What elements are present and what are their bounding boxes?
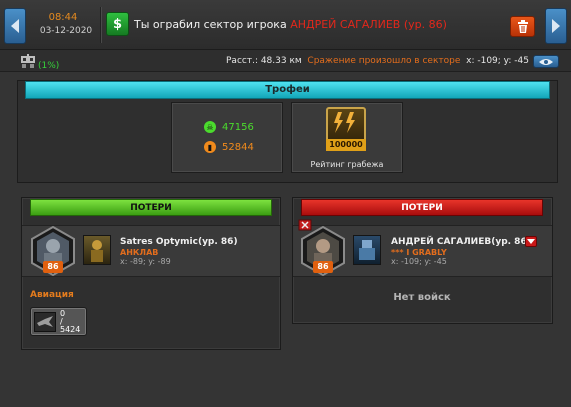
- eye-icon: [539, 58, 553, 65]
- distance-text: Расст.: 48.33 км: [226, 56, 302, 66]
- defender-level-badge: 86: [313, 261, 333, 273]
- resource-value: 47156: [222, 121, 254, 133]
- aviation-unit[interactable]: 0 / 5424: [30, 307, 87, 336]
- resource-row: ☠ 47156: [204, 121, 254, 133]
- message-text: Ты ограбил сектор игрока: [134, 18, 287, 31]
- defender-clan[interactable]: *** I GRABLY: [391, 248, 447, 257]
- attacker-level-badge: 86: [43, 261, 63, 273]
- message-player-link[interactable]: АНДРЕЙ САГАЛИЕВ (ур. 86): [290, 18, 447, 31]
- battle-info: Расст.: 48.33 км Сражение произошло в се…: [226, 56, 529, 66]
- attacker-coords: x: -89; y: -89: [120, 257, 171, 266]
- prev-button[interactable]: [4, 8, 26, 44]
- robot-icon: [21, 54, 35, 68]
- trophies-title: Трофеи: [25, 81, 550, 99]
- message-title: Ты ограбил сектор игрока АНДРЕЙ САГАЛИЕВ…: [134, 18, 447, 31]
- delete-button[interactable]: [510, 16, 535, 37]
- mech-icon: [359, 240, 375, 260]
- sector-coords: x: -109; y: -45: [466, 56, 529, 66]
- arrow-right-icon: [552, 19, 560, 33]
- resource-value: 52844: [222, 141, 254, 153]
- attacker-name[interactable]: Satres Optymic(ур. 86): [120, 237, 238, 247]
- message-time: 08:44: [48, 12, 78, 23]
- attacker-losses-title: ПОТЕРИ: [30, 199, 272, 216]
- rating-label: Рейтинг грабежа: [310, 160, 384, 169]
- divider: [100, 7, 101, 43]
- defender-menu-button[interactable]: [525, 236, 537, 247]
- battle-sector-text: Сражение произошло в секторе: [307, 56, 461, 66]
- unit-total-count: 5424: [60, 325, 81, 334]
- dollar-icon: $: [106, 12, 129, 36]
- view-sector-button[interactable]: [533, 55, 559, 68]
- defender-portrait: [353, 235, 381, 265]
- defender-losses-title: ПОТЕРИ: [301, 199, 543, 216]
- aircraft-icon: [34, 312, 56, 332]
- rating-medal-icon: 100000: [326, 107, 366, 151]
- chevron-down-icon: [527, 239, 535, 244]
- rating-value: 100000: [326, 139, 366, 151]
- arrow-left-icon: [11, 19, 19, 33]
- message-date: 03-12-2020: [39, 26, 93, 36]
- no-troops-text: Нет войск: [393, 292, 451, 303]
- defender-name[interactable]: АНДРЕЙ САГАЛИЕВ(ур. 86): [391, 237, 531, 247]
- barrel-icon: ▮: [204, 141, 216, 153]
- lightning-icon: [334, 112, 355, 133]
- skull-icon: ☠: [204, 121, 216, 133]
- trash-icon: [517, 20, 528, 33]
- soldier-icon: [91, 240, 103, 262]
- resource-row: ▮ 52844: [204, 141, 254, 153]
- attacker-portrait: [83, 235, 111, 265]
- next-button[interactable]: [545, 8, 567, 44]
- robot-percent: (1%): [38, 61, 60, 71]
- aviation-label: Авиация: [30, 290, 74, 300]
- defender-coords: x: -109; y: -45: [391, 257, 447, 266]
- attacker-clan[interactable]: АНКЛАВ: [120, 248, 158, 257]
- resources-box: ☠ 47156 ▮ 52844: [171, 102, 283, 173]
- rating-box: 100000 Рейтинг грабежа: [291, 102, 403, 173]
